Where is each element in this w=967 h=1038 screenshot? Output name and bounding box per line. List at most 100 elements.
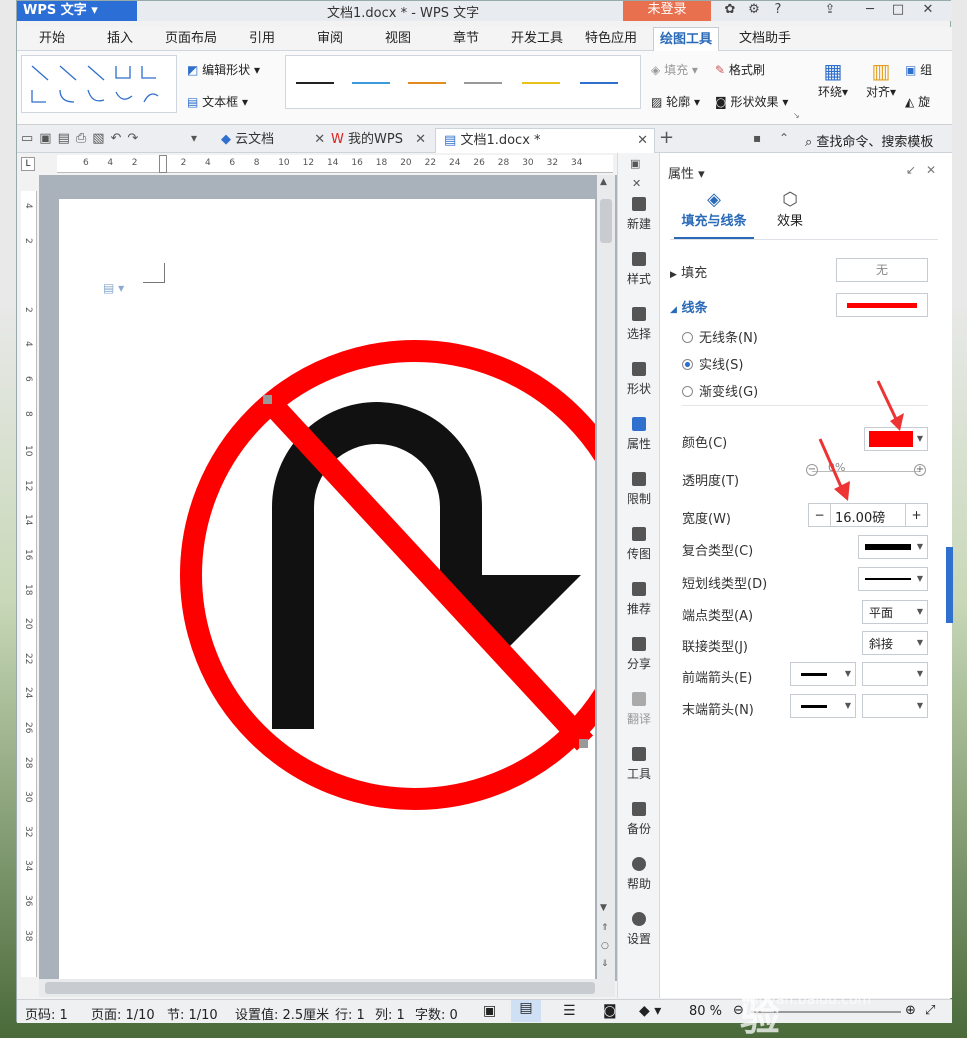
rotate-button[interactable]: ◭ 旋 (905, 93, 930, 110)
indent-marker[interactable] (159, 155, 167, 173)
close-tab-icon[interactable]: ✕ (415, 132, 426, 147)
status-row[interactable]: 行: 1 (335, 1004, 365, 1023)
selection-handle-start[interactable] (263, 395, 272, 404)
edit-shape-button[interactable]: ◩ 编辑形状 ▾ (187, 61, 260, 78)
line-style-gallery[interactable] (285, 55, 641, 109)
minimize-button[interactable]: ─ (857, 1, 883, 21)
shape-gallery[interactable] (21, 55, 177, 113)
undock-icon[interactable]: ↙ (906, 163, 916, 177)
no-u-turn-sign[interactable] (59, 199, 595, 981)
status-setting[interactable]: 设置值: 2.5厘米 (235, 1004, 329, 1023)
sidebar-item-select[interactable]: 选择 (618, 307, 660, 342)
begin-arrow-style-dropdown[interactable]: ▼ (790, 662, 856, 686)
sidebar-item-recommend[interactable]: 推荐 (618, 582, 660, 617)
close-button[interactable]: ✕ (915, 1, 941, 21)
collapse-icon[interactable]: ⌃ (779, 131, 789, 145)
fill-section-toggle[interactable]: ▶ 填充 (670, 262, 707, 281)
tab-developer[interactable]: 开发工具 (505, 27, 569, 51)
sidebar-item-shape[interactable]: 形状 (618, 362, 660, 397)
prev-page-icon[interactable]: ⇑ (601, 923, 609, 933)
status-section[interactable]: 节: 1/10 (167, 1004, 218, 1023)
line-sample-6[interactable] (580, 82, 618, 84)
horizontal-ruler[interactable]: 6 4 2 2 4 6 8 10 12 14 16 18 20 22 24 26 28 30 32 34 (57, 155, 613, 173)
page-view-icon[interactable]: ▤ (511, 1000, 541, 1022)
align-button[interactable]: ▥ 对齐▾ (863, 59, 899, 100)
text-box-button[interactable]: ▤ 文本框 ▾ (187, 93, 248, 110)
line-sample-3[interactable] (408, 82, 446, 84)
line-sample-1[interactable] (296, 82, 334, 84)
pin-icon[interactable]: ▪ (753, 131, 761, 145)
radio-no-line[interactable]: 无线条(N) (682, 327, 758, 346)
radio-gradient-line[interactable]: 渐变线(G) (682, 381, 758, 400)
sidebar-item-help[interactable]: 帮助 (618, 857, 660, 892)
sidebar-item-settings[interactable]: 设置 (618, 912, 660, 947)
fill-button[interactable]: ◈ 填充 ▾ (651, 61, 698, 78)
sidebar-item-transfer[interactable]: 传图 (618, 527, 660, 562)
close-tab-icon[interactable]: ✕ (637, 129, 648, 153)
outline-button[interactable]: ▨ 轮廓 ▾ (651, 93, 700, 110)
tab-references[interactable]: 引用 (243, 27, 281, 51)
properties-header[interactable]: 属性 ▾ (668, 163, 705, 182)
settings-icon[interactable]: ⚙ (741, 1, 767, 21)
tab-insert[interactable]: 插入 (101, 27, 139, 51)
pane-close-icon[interactable]: ✕ (926, 163, 936, 177)
format-brush-button[interactable]: ✎ 格式刷 (715, 61, 765, 78)
line-color-preview[interactable] (836, 293, 928, 317)
outline-view-icon[interactable]: ☰ (563, 1003, 576, 1019)
select-browse-icon[interactable]: ○ (601, 941, 609, 951)
compound-type-dropdown[interactable]: ▼ (858, 535, 928, 559)
tab-review[interactable]: 审阅 (311, 27, 349, 51)
tab-chapter[interactable]: 章节 (447, 27, 485, 51)
toolbar-dropdown-icon[interactable]: ▾ (191, 131, 197, 145)
wps-logo-button[interactable]: WPS 文字 ▾ (17, 1, 137, 21)
tab-my-wps[interactable]: W 我的WPS ✕ (323, 128, 434, 153)
scroll-thumb[interactable] (600, 199, 612, 243)
vertical-ruler[interactable]: 4 2 2 4 6 8 10 12 14 16 18 20 22 24 26 28 30 32 34 36 38 (21, 191, 37, 977)
quick-access-toolbar[interactable]: ▭▣▤⎙▧↶↷ (21, 131, 144, 146)
dash-type-dropdown[interactable]: ▼ (858, 567, 928, 591)
sidebar-item-tools[interactable]: 工具 (618, 747, 660, 782)
tab-view[interactable]: 视图 (379, 27, 417, 51)
end-arrow-style-dropdown[interactable]: ▼ (790, 694, 856, 718)
begin-arrow-size-dropdown[interactable]: ▼ (862, 662, 928, 686)
fill-dropdown[interactable]: 无 (836, 258, 928, 282)
search-command[interactable]: ⌕ 查找命令、搜索模板 (805, 131, 933, 150)
sidebar-item-backup[interactable]: 备份 (618, 802, 660, 837)
line-section-toggle[interactable]: ◢ 线条 (670, 297, 707, 316)
pane-hide-icon[interactable]: ✕ (632, 177, 641, 190)
sidebar-item-new[interactable]: 新建 (618, 197, 660, 232)
tab-effect[interactable]: ⬡ 效果 (760, 189, 820, 229)
scroll-up-icon[interactable]: ▲ (600, 177, 607, 187)
status-words[interactable]: 字数: 0 (415, 1004, 458, 1023)
tab-doc-assistant[interactable]: 文档助手 (733, 27, 797, 51)
vertical-scrollbar[interactable]: ▲ ▼ ⇑ ○ ⇓ (597, 175, 615, 981)
end-arrow-size-dropdown[interactable]: ▼ (862, 694, 928, 718)
skin-icon[interactable]: ✿ (717, 1, 743, 21)
scroll-down-icon[interactable]: ▼ (600, 903, 607, 913)
line-sample-5[interactable] (522, 82, 560, 84)
horizontal-scrollbar[interactable] (39, 979, 615, 997)
read-mode-icon[interactable]: ▣ (483, 1003, 496, 1019)
hscroll-thumb[interactable] (45, 982, 595, 994)
ruler-corner[interactable]: L (21, 157, 35, 171)
next-page-icon[interactable]: ⇓ (601, 959, 609, 969)
help-icon[interactable]: ? (765, 1, 791, 21)
status-pages[interactable]: 页面: 1/10 (91, 1004, 155, 1023)
sidebar-item-style[interactable]: 样式 (618, 252, 660, 287)
sidebar-item-translate[interactable]: 翻译 (618, 692, 660, 727)
tab-drawing-tools[interactable]: 绘图工具 (653, 27, 720, 51)
tab-cloud-docs[interactable]: ◆ 云文档 ✕ (213, 128, 333, 153)
maximize-button[interactable]: □ (885, 1, 911, 21)
cap-type-dropdown[interactable]: 平面 ▼ (862, 600, 928, 624)
selection-handle-end[interactable] (579, 739, 588, 748)
document-page[interactable]: ▤ ▾ (59, 199, 595, 981)
wrap-button[interactable]: ▦ 环绕▾ (815, 59, 851, 100)
zoom-level[interactable]: 80 % (689, 1004, 722, 1019)
login-button[interactable]: 未登录 (623, 1, 711, 21)
status-page[interactable]: 页码: 1 (25, 1004, 68, 1023)
sidebar-item-restrict[interactable]: 限制 (618, 472, 660, 507)
protect-eye-icon[interactable]: ◆ ▾ (639, 1003, 661, 1019)
sidebar-item-share[interactable]: 分享 (618, 637, 660, 672)
tab-document[interactable]: ▤ 文档1.docx * ✕ (435, 128, 655, 153)
status-col[interactable]: 列: 1 (375, 1004, 405, 1023)
